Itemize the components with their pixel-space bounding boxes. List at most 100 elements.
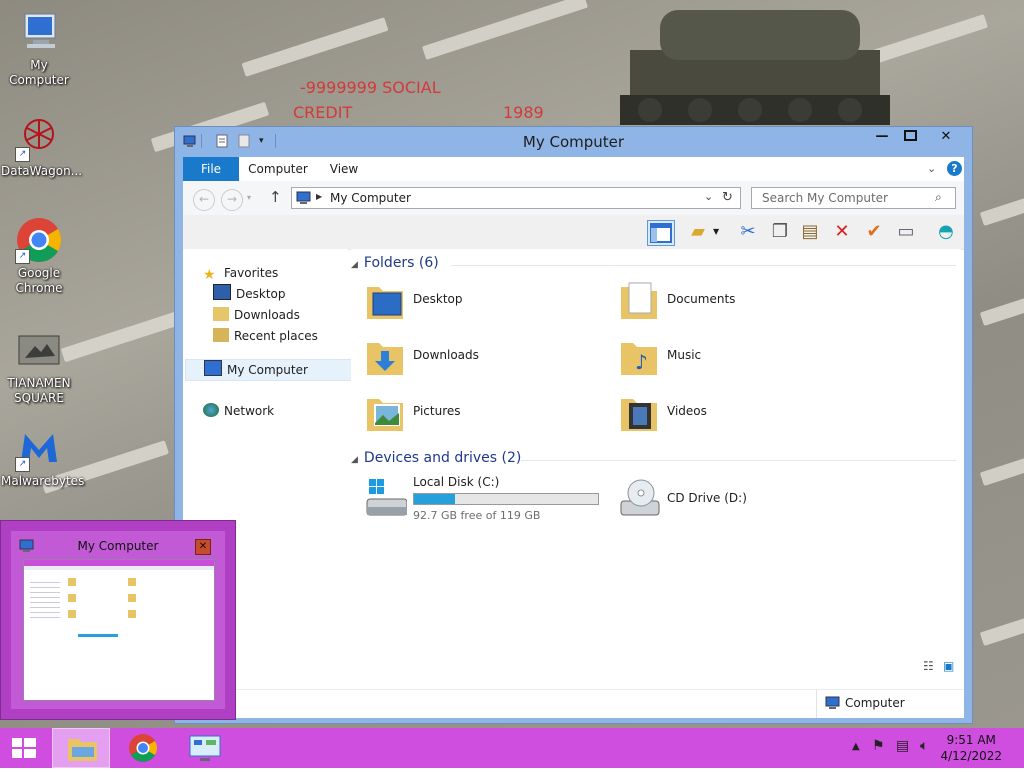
pictures-folder-icon	[367, 399, 403, 431]
thumbnail-close-button[interactable]: ✕	[195, 539, 211, 555]
maximize-button[interactable]	[897, 127, 923, 148]
nav-my-computer[interactable]: My Computer	[185, 359, 353, 381]
explorer-window[interactable]: ▾ My Computer — ✕ File Computer View ⌄ ?…	[174, 126, 973, 724]
desktop-icon-datawagon[interactable]: ↗ DataWagon...	[1, 114, 83, 179]
search-icon[interactable]: ⌕	[935, 190, 942, 205]
volume-icon[interactable]: 🔈︎	[920, 738, 928, 754]
delete-x-icon: ✕	[834, 221, 850, 242]
up-button[interactable]: ↑	[269, 188, 282, 206]
taskbar-control-panel-button[interactable]	[176, 728, 234, 768]
desktop-icon-chrome[interactable]: ↗ Google Chrome	[1, 216, 77, 296]
properties-card-icon: ▭	[897, 221, 915, 242]
delete-button[interactable]: ✕	[829, 220, 855, 244]
windows-logo-icon	[12, 738, 36, 758]
shell-button[interactable]: ◓	[933, 220, 959, 244]
show-hidden-icons-icon[interactable]: ▲	[852, 741, 860, 752]
folder-name: Downloads	[413, 348, 479, 362]
music-folder-icon: ♪	[621, 343, 657, 375]
collapse-triangle-icon: ◢	[351, 260, 358, 270]
folder-pictures[interactable]: Pictures	[351, 385, 591, 439]
computer-icon	[204, 360, 222, 376]
action-center-flag-icon[interactable]: ⚑	[872, 738, 885, 754]
forward-button[interactable]: →	[221, 189, 243, 211]
malwarebytes-icon: ↗	[15, 424, 63, 472]
taskbar-explorer-button[interactable]	[52, 728, 110, 768]
breadcrumb-arrow-icon[interactable]: ▶	[316, 192, 322, 201]
svg-text:♪: ♪	[635, 350, 648, 374]
desktop-icon-label: Malwarebytes	[1, 474, 85, 488]
tab-file[interactable]: File	[183, 157, 239, 181]
tab-computer[interactable]: Computer	[243, 157, 313, 181]
select-all-button[interactable]: ▰	[685, 220, 711, 244]
clock-date: 4/12/2022	[940, 749, 1002, 763]
cut-button[interactable]: ✂	[735, 220, 761, 244]
nav-label: My Computer	[227, 363, 308, 377]
minimize-button[interactable]: —	[869, 127, 895, 148]
nav-recent-places[interactable]: Recent places	[213, 326, 318, 346]
shortcut-arrow-icon: ↗	[15, 457, 30, 472]
drive-cd-d[interactable]: CD Drive (D:)	[605, 471, 845, 525]
desktop-icon-label: DataWagon...	[1, 164, 83, 178]
breadcrumb[interactable]: My Computer	[330, 191, 411, 205]
recent-locations-icon[interactable]: ▾	[247, 193, 251, 202]
desktop-icon	[213, 284, 231, 300]
expand-ribbon-icon[interactable]: ⌄	[927, 162, 936, 175]
thumbnail-title: My Computer	[77, 539, 159, 553]
folder-downloads[interactable]: Downloads	[351, 329, 591, 383]
network-tray-icon[interactable]: ▤	[896, 738, 909, 754]
drive-name: Local Disk (C:)	[413, 475, 500, 489]
back-button[interactable]: ←	[193, 189, 215, 211]
maximize-icon	[903, 130, 917, 141]
preview-pane-button[interactable]	[647, 220, 675, 246]
devices-group-header[interactable]: ◢ Devices and drives (2)	[351, 450, 521, 470]
address-bar[interactable]: ▶ My Computer ⌄ ↻	[291, 187, 741, 209]
folders-group-header[interactable]: ◢ Folders (6)	[351, 255, 439, 275]
group-label: Folders (6)	[363, 255, 439, 271]
drive-free-space: 92.7 GB free of 119 GB	[413, 509, 541, 522]
details-view-icon[interactable]: ☷	[923, 659, 934, 673]
select-dropdown-icon[interactable]: ▼	[713, 227, 719, 236]
drive-name: CD Drive (D:)	[667, 491, 747, 505]
disk-usage-fill	[414, 494, 455, 504]
nav-desktop[interactable]: Desktop	[213, 284, 286, 304]
datawagon-icon: ↗	[15, 114, 63, 162]
desktop-icon-my-computer[interactable]: My Computer	[1, 8, 77, 88]
nav-network[interactable]: Network	[203, 401, 274, 421]
desktop-icon-label: My Computer	[9, 58, 69, 87]
address-dropdown-icon[interactable]: ⌄	[704, 190, 713, 203]
title-bar[interactable]: ▾ My Computer — ✕	[175, 127, 972, 157]
taskbar-clock[interactable]: 9:51 AM 4/12/2022	[940, 732, 1002, 764]
desktop-icon-malwarebytes[interactable]: ↗ Malwarebytes	[1, 424, 85, 489]
folder-desktop[interactable]: Desktop	[351, 273, 591, 327]
taskbar-thumbnail-preview[interactable]: My Computer ✕	[0, 520, 236, 720]
desktop-icon-tianamen-square[interactable]: TIANAMEN SQUARE	[1, 326, 77, 406]
window-title: My Computer	[522, 133, 625, 151]
taskbar-chrome-button[interactable]	[114, 728, 172, 768]
copy-button[interactable]: ❐	[767, 220, 793, 244]
rename-button[interactable]: ✔	[861, 220, 887, 244]
large-icons-view-icon[interactable]: ▣	[943, 659, 954, 673]
drive-local-disk-c[interactable]: Local Disk (C:) 92.7 GB free of 119 GB	[351, 471, 601, 525]
nav-downloads[interactable]: Downloads	[213, 305, 300, 325]
folder-name: Videos	[667, 404, 707, 418]
tab-view[interactable]: View	[319, 157, 369, 181]
checkmark-icon: ✔	[866, 221, 882, 242]
nav-favorites[interactable]: ★ Favorites	[203, 263, 278, 283]
close-button[interactable]: ✕	[925, 127, 967, 148]
downloads-icon	[213, 307, 229, 321]
videos-folder-icon	[621, 399, 657, 431]
folder-videos[interactable]: Videos	[605, 385, 845, 439]
folder-documents[interactable]: Documents	[605, 273, 845, 327]
desktop-icon-label: Google Chrome	[15, 266, 63, 295]
nav-label: Favorites	[224, 266, 279, 280]
help-icon[interactable]: ?	[947, 161, 962, 176]
paste-button[interactable]: ▤	[797, 220, 823, 244]
status-bar: Computer	[183, 689, 964, 718]
search-input[interactable]: Search My Computer	[751, 187, 956, 209]
properties-button[interactable]: ▭	[893, 220, 919, 244]
folder-music[interactable]: ♪ Music	[605, 329, 845, 383]
copy-icon: ❐	[771, 221, 789, 242]
computer-icon	[15, 8, 63, 56]
start-button[interactable]	[0, 728, 48, 768]
refresh-icon[interactable]: ↻	[722, 190, 733, 205]
